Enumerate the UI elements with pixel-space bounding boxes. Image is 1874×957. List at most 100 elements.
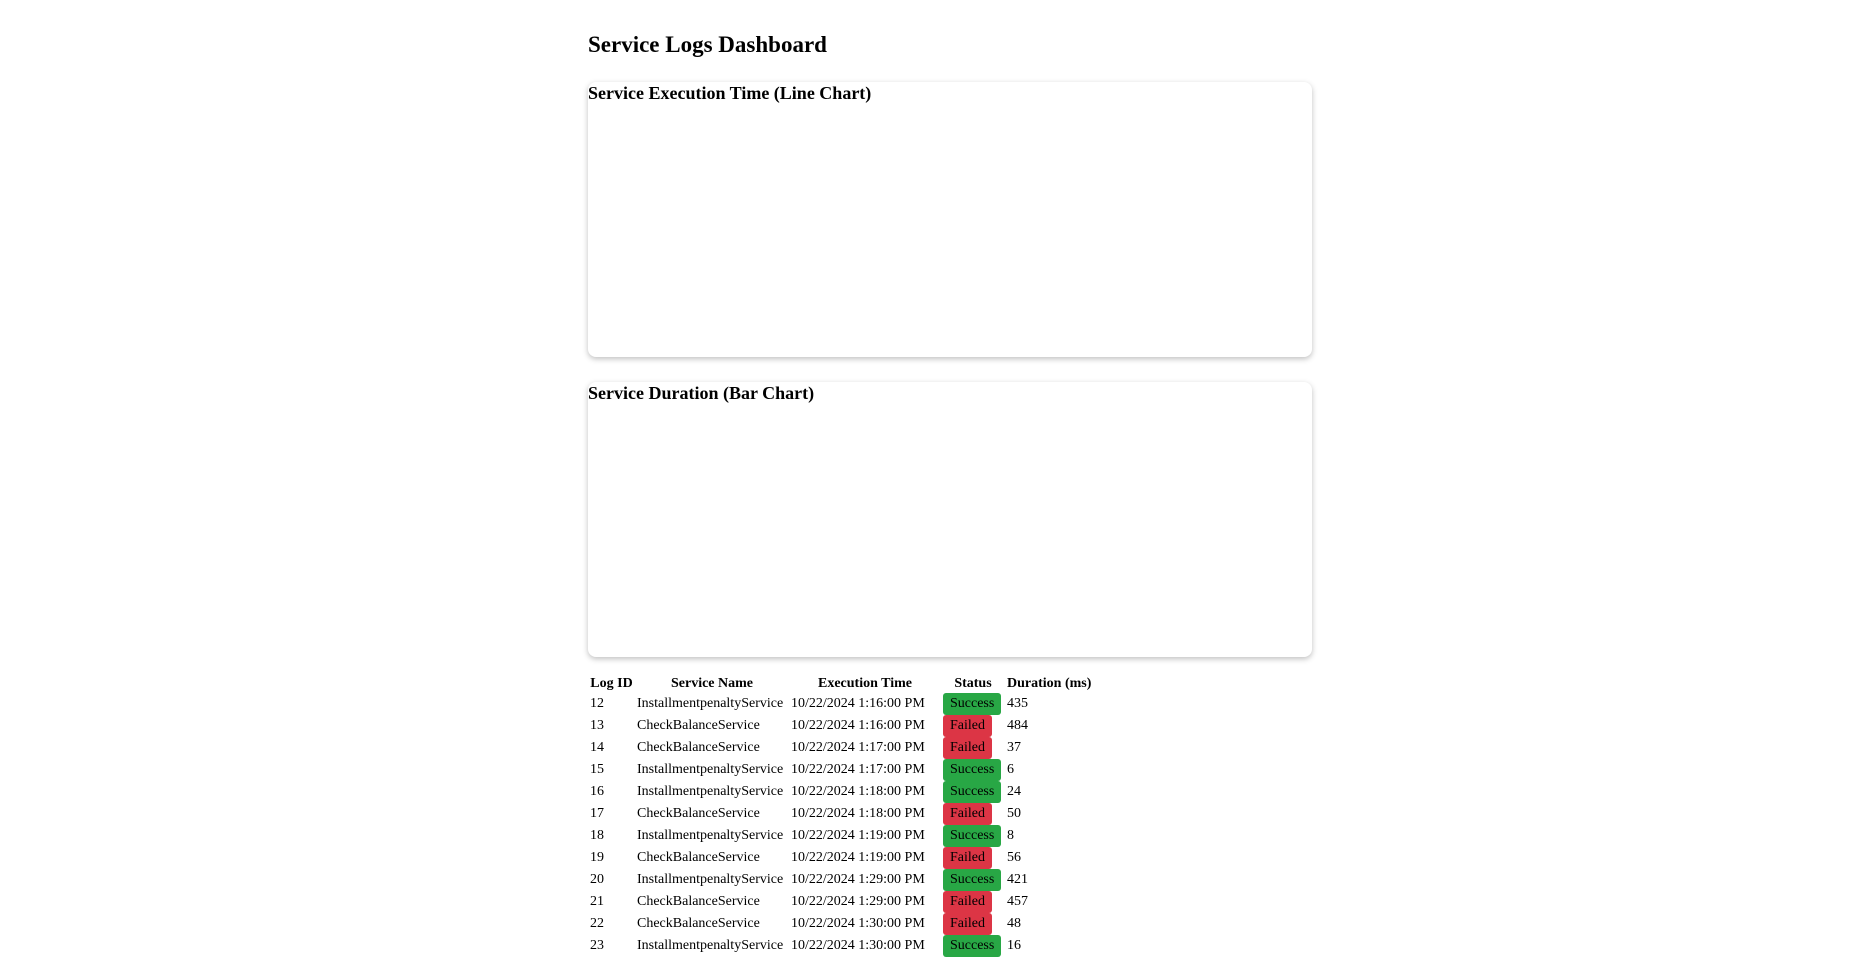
table-header: Log ID Service Name Execution Time Statu…: [588, 674, 1093, 693]
cell-service-name: InstallmentpenaltyService: [637, 828, 784, 844]
cell-service-name: InstallmentpenaltyService: [637, 762, 784, 778]
table-row: 23 InstallmentpenaltyService 10/22/2024 1:…: [588, 935, 1093, 957]
cell-execution-time: 10/22/2024 1:30:00 PM: [791, 916, 925, 932]
cell-duration: 48: [1007, 916, 1021, 932]
cell-duration: 6: [1007, 762, 1014, 778]
cell-log-id: 12: [590, 696, 604, 712]
cell-service-name: CheckBalanceService: [637, 850, 760, 866]
line-chart-title: Service Execution Time (Line Chart): [588, 83, 872, 103]
header-service-name: Service Name: [670, 676, 754, 691]
cell-execution-time: 10/22/2024 1:18:00 PM: [791, 784, 925, 800]
status-badge: Success: [943, 781, 1002, 803]
bar-chart-title: Service Duration (Bar Chart): [588, 383, 815, 403]
cell-execution-time: 10/22/2024 1:16:00 PM: [791, 696, 925, 712]
cell-execution-time: 10/22/2024 1:16:00 PM: [791, 718, 925, 734]
cell-duration: 8: [1007, 828, 1014, 844]
status-badge: Success: [943, 693, 1002, 715]
cell-execution-time: 10/22/2024 1:17:00 PM: [791, 762, 925, 778]
table-row: 14 CheckBalanceService 10/22/2024 1:17:00 …: [588, 737, 1093, 759]
bar-chart-card: Service Duration (Bar Chart): [588, 382, 1312, 657]
cell-status: Success: [941, 693, 1005, 715]
cell-log-id: 20: [590, 872, 604, 888]
cell-status: Success: [941, 759, 1005, 781]
cell-duration: 421: [1007, 872, 1028, 888]
table-row: 15 InstallmentpenaltyService 10/22/2024 1:…: [588, 759, 1093, 781]
cell-execution-time: 10/22/2024 1:30:00 PM: [791, 938, 925, 954]
cell-duration: 16: [1007, 938, 1021, 954]
cell-log-id: 19: [590, 850, 604, 866]
status-badge: Success: [943, 869, 1002, 891]
cell-execution-time: 10/22/2024 1:29:00 PM: [791, 894, 925, 910]
cell-duration: 484: [1007, 718, 1028, 734]
cell-log-id: 21: [590, 894, 604, 910]
cell-duration: 56: [1007, 850, 1021, 866]
table-row: 21 CheckBalanceService 10/22/2024 1:29:00 …: [588, 891, 1093, 913]
status-badge: Success: [943, 935, 1002, 957]
cell-duration: 435: [1007, 696, 1028, 712]
table-row: 20 InstallmentpenaltyService 10/22/2024 1:…: [588, 869, 1093, 891]
cell-log-id: 14: [590, 740, 604, 756]
cell-status: Success: [941, 935, 1005, 957]
service-logs-table: Log ID Service Name Execution Time Statu…: [588, 674, 1093, 957]
cell-status: Failed: [941, 847, 1005, 869]
cell-service-name: CheckBalanceService: [637, 916, 760, 932]
cell-status: Failed: [941, 715, 1005, 737]
cell-execution-time: 10/22/2024 1:29:00 PM: [791, 872, 925, 888]
cell-status: Failed: [941, 803, 1005, 825]
header-execution-time: Execution Time: [818, 676, 912, 691]
cell-status: Success: [941, 869, 1005, 891]
status-badge: Failed: [943, 891, 992, 913]
status-badge: Failed: [943, 737, 992, 759]
table-header-row: Log ID Service Name Execution Time Statu…: [588, 674, 1093, 693]
bar-chart-canvas: [588, 406, 1312, 657]
status-badge: Failed: [943, 913, 992, 935]
page-title: Service Logs Dashboard: [588, 32, 827, 57]
cell-service-name: InstallmentpenaltyService: [637, 872, 784, 888]
line-chart-card: Service Execution Time (Line Chart): [588, 82, 1312, 357]
table-row: 22 CheckBalanceService 10/22/2024 1:30:00 …: [588, 913, 1093, 935]
cell-execution-time: 10/22/2024 1:19:00 PM: [791, 828, 925, 844]
cell-duration: 37: [1007, 740, 1021, 756]
cell-service-name: CheckBalanceService: [637, 740, 760, 756]
cell-service-name: InstallmentpenaltyService: [637, 696, 784, 712]
header-status: Status: [954, 676, 992, 691]
table-body: 12 InstallmentpenaltyService 10/22/2024 1:…: [588, 693, 1093, 957]
cell-status: Failed: [941, 737, 1005, 759]
cell-service-name: CheckBalanceService: [637, 806, 760, 822]
cell-service-name: InstallmentpenaltyService: [637, 784, 784, 800]
cell-status: Success: [941, 781, 1005, 803]
cell-status: Failed: [941, 913, 1005, 935]
line-chart-canvas: [588, 106, 1312, 357]
cell-log-id: 15: [590, 762, 604, 778]
status-badge: Success: [943, 825, 1002, 847]
cell-log-id: 13: [590, 718, 604, 734]
cell-duration: 50: [1007, 806, 1021, 822]
cell-execution-time: 10/22/2024 1:17:00 PM: [791, 740, 925, 756]
cell-log-id: 23: [590, 938, 604, 954]
cell-log-id: 17: [590, 806, 604, 822]
cell-log-id: 18: [590, 828, 604, 844]
status-badge: Failed: [943, 715, 992, 737]
table-row: 17 CheckBalanceService 10/22/2024 1:18:00 …: [588, 803, 1093, 825]
table-row: 18 InstallmentpenaltyService 10/22/2024 1:…: [588, 825, 1093, 847]
cell-status: Failed: [941, 891, 1005, 913]
table-row: 16 InstallmentpenaltyService 10/22/2024 1:…: [588, 781, 1093, 803]
table-row: 13 CheckBalanceService 10/22/2024 1:16:00 …: [588, 715, 1093, 737]
cell-log-id: 22: [590, 916, 604, 932]
cell-duration: 24: [1007, 784, 1021, 800]
cell-duration: 457: [1007, 894, 1028, 910]
cell-execution-time: 10/22/2024 1:18:00 PM: [791, 806, 925, 822]
status-badge: Failed: [943, 803, 992, 825]
status-badge: Success: [943, 759, 1002, 781]
cell-service-name: InstallmentpenaltyService: [637, 938, 784, 954]
table-row: 12 InstallmentpenaltyService 10/22/2024 1:…: [588, 693, 1093, 715]
cell-execution-time: 10/22/2024 1:19:00 PM: [791, 850, 925, 866]
cell-log-id: 16: [590, 784, 604, 800]
header-log-id: Log ID: [590, 676, 633, 691]
status-badge: Failed: [943, 847, 992, 869]
table-row: 19 CheckBalanceService 10/22/2024 1:19:00 …: [588, 847, 1093, 869]
cell-service-name: CheckBalanceService: [637, 894, 760, 910]
header-duration: Duration (ms): [1007, 676, 1092, 691]
cell-status: Success: [941, 825, 1005, 847]
cell-service-name: CheckBalanceService: [637, 718, 760, 734]
